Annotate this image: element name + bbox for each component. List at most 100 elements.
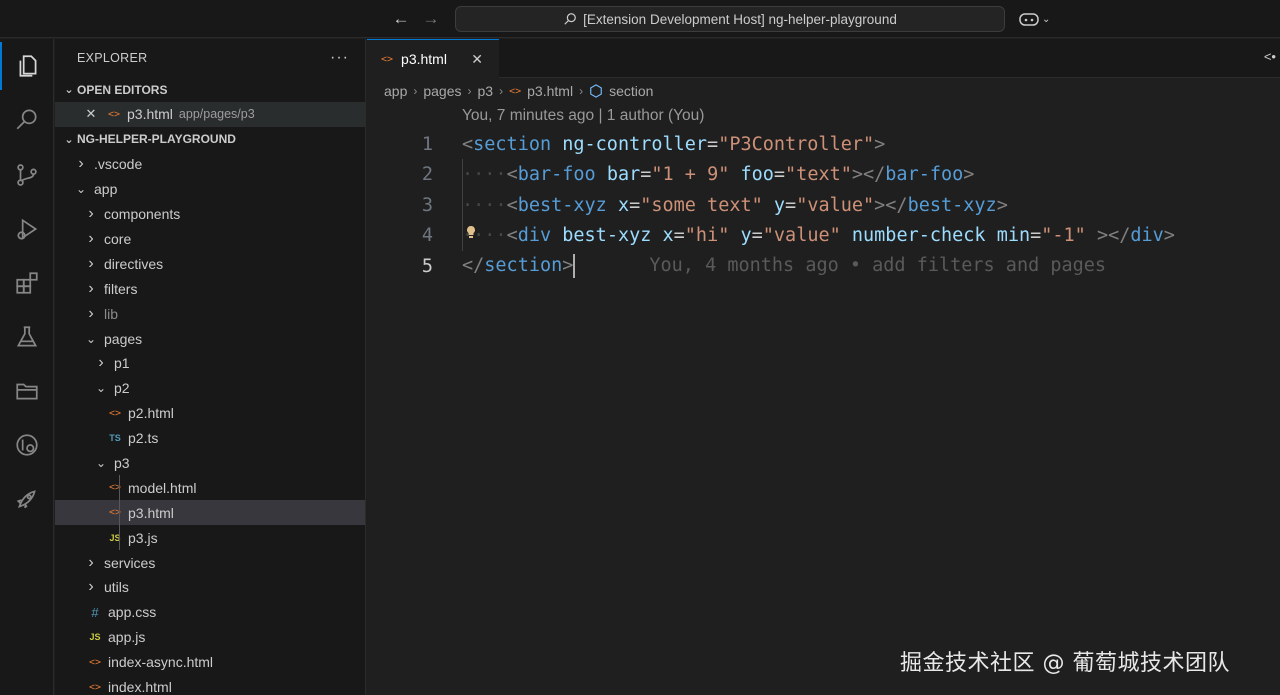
html-file-icon: <> — [88, 656, 102, 668]
code-line-current[interactable]: 5 </section> You, 4 months ago • add filt… — [367, 251, 1280, 282]
code-line[interactable]: 1 <section ng-controller="P3Controller"> — [367, 129, 1280, 160]
breadcrumb-item[interactable]: section — [609, 83, 653, 99]
file-tree: › .vscode ⌄ app › components › core › directives ›… — [55, 152, 365, 695]
code-editor[interactable]: 1 <section ng-controller="P3Controller">… — [367, 129, 1280, 282]
javascript-file-icon: JS — [89, 632, 101, 643]
code-line[interactable]: 3 ····<best-xyz x="some text" y="value">… — [367, 190, 1280, 221]
html-file-icon: <> — [381, 53, 394, 65]
tab-bar: <> p3.html ✕ <• — [367, 39, 1280, 78]
tree-file[interactable]: <> p3.html — [55, 500, 365, 526]
tree-folder[interactable]: › p1 — [55, 351, 365, 376]
tree-file[interactable]: JS app.js — [55, 625, 365, 650]
workspace-label: NG-HELPER-PLAYGROUND — [77, 132, 236, 147]
open-editor-item[interactable]: ✕ <> p3.html app/pages/p3 — [55, 102, 365, 127]
tree-item-label: .vscode — [94, 156, 143, 173]
code-line[interactable]: 2 ····<bar-foo bar="1 + 9" foo="text"></… — [367, 160, 1280, 191]
activity-bar — [0, 39, 54, 695]
tree-folder[interactable]: › .vscode — [55, 152, 365, 177]
run-debug-icon[interactable] — [0, 205, 54, 253]
tree-folder[interactable]: ⌄ p2 — [55, 376, 365, 401]
close-icon[interactable]: ✕ — [471, 51, 483, 68]
typescript-file-icon: TS — [109, 433, 121, 444]
breadcrumb: app › pages › p3 › <> p3.html › section — [367, 78, 1280, 104]
workspace-header[interactable]: ⌄ NG-HELPER-PLAYGROUND — [55, 127, 365, 152]
extensions-icon[interactable] — [0, 259, 54, 307]
chevron-right-icon: › — [88, 254, 94, 272]
tree-folder[interactable]: › core — [55, 227, 365, 252]
explorer-sidebar: EXPLORER ··· ⌄ OPEN EDITORS ✕ <> p3.html… — [55, 39, 366, 695]
tree-folder[interactable]: ⌄ p3 — [55, 451, 365, 476]
tree-item-label: app.css — [108, 604, 157, 621]
explorer-icon[interactable] — [0, 42, 54, 90]
tree-file[interactable]: <> p2.html — [55, 401, 365, 426]
tree-folder[interactable]: ⌄ app — [55, 177, 365, 202]
tree-folder[interactable]: ⌄ pages — [55, 326, 365, 351]
remote-explorer-icon[interactable] — [0, 421, 54, 469]
tree-file[interactable]: JS p3.js — [55, 525, 365, 551]
command-center-label: [Extension Development Host] ng-helper-p… — [583, 11, 897, 27]
open-changes-icon[interactable]: <• — [1264, 49, 1276, 64]
tab-p3-html[interactable]: <> p3.html ✕ — [367, 39, 499, 78]
chevron-right-icon: › — [88, 553, 94, 571]
tree-item-label: directives — [104, 255, 164, 272]
more-actions-icon[interactable]: ··· — [330, 49, 349, 67]
chevron-right-icon: › — [88, 205, 94, 223]
codelens[interactable]: You, 7 minutes ago | 1 author (You) — [462, 107, 704, 125]
rocket-icon[interactable] — [0, 475, 54, 523]
chevron-right-icon: › — [88, 279, 94, 297]
chevron-down-icon[interactable]: ⌄ — [1042, 14, 1050, 25]
tree-item-label: p3.js — [128, 529, 158, 546]
chevron-right-icon: › — [88, 578, 94, 596]
tree-file[interactable]: <> index-async.html — [55, 650, 365, 675]
symbol-element-icon — [590, 84, 602, 98]
breadcrumb-item[interactable]: app — [384, 83, 407, 99]
tree-item-label: utils — [104, 579, 129, 596]
open-editors-label: OPEN EDITORS — [77, 82, 168, 97]
line-number: 1 — [421, 133, 433, 155]
tree-folder[interactable]: › directives — [55, 251, 365, 276]
source-control-icon[interactable] — [0, 151, 54, 199]
copilot-icon[interactable]: ⌄ — [1018, 10, 1054, 28]
tree-folder[interactable]: › filters — [55, 276, 365, 301]
command-center[interactable]: [Extension Development Host] ng-helper-p… — [455, 6, 1005, 32]
tree-file[interactable]: <> index.html — [55, 675, 365, 695]
tree-item-label: p3.html — [128, 504, 174, 521]
tree-item-label: services — [104, 554, 156, 571]
breadcrumb-item[interactable]: pages — [423, 83, 461, 99]
tree-item-label: p2 — [114, 380, 130, 397]
testing-icon[interactable] — [0, 313, 54, 361]
arrow-right-icon[interactable]: → — [421, 9, 441, 29]
chevron-right-icon: › — [499, 84, 504, 98]
chevron-down-icon: ⌄ — [64, 133, 74, 146]
close-icon[interactable]: ✕ — [81, 106, 101, 122]
tree-folder[interactable]: › utils — [55, 575, 365, 600]
tree-folder[interactable]: › components — [55, 202, 365, 227]
breadcrumb-item[interactable]: p3.html — [527, 83, 573, 99]
html-file-icon: <> — [108, 507, 122, 519]
tree-file[interactable]: TS p2.ts — [55, 426, 365, 451]
tree-folder[interactable]: › lib — [55, 301, 365, 326]
arrow-left-icon[interactable]: ← — [391, 9, 411, 29]
indent-guide — [119, 525, 120, 551]
folders-icon[interactable] — [0, 367, 54, 415]
tree-file[interactable]: <> model.html — [55, 475, 365, 501]
open-editors-header[interactable]: ⌄ OPEN EDITORS — [55, 77, 365, 102]
tree-item-label: components — [104, 206, 181, 223]
search-icon — [564, 13, 577, 25]
chevron-down-icon: ⌄ — [95, 381, 107, 396]
tree-item-label: p2.ts — [128, 430, 159, 447]
chevron-down-icon: ⌄ — [95, 456, 107, 471]
tree-item-label: p2.html — [128, 405, 174, 422]
breadcrumb-item[interactable]: p3 — [478, 83, 494, 99]
sidebar-title: EXPLORER — [77, 51, 148, 65]
search-icon[interactable] — [0, 95, 54, 143]
indent-guide — [119, 500, 120, 526]
html-file-icon: <> — [107, 108, 121, 120]
tree-file[interactable]: # app.css — [55, 600, 365, 625]
indent-guide — [119, 475, 120, 501]
inline-blame: You, 4 months ago • add filters and page… — [649, 255, 1107, 277]
code-line[interactable]: 4 ····<div best-xyz x="hi" y="value" num… — [367, 221, 1280, 252]
tab-label: p3.html — [401, 51, 447, 67]
html-file-icon: <> — [509, 85, 522, 97]
tree-folder[interactable]: › services — [55, 550, 365, 575]
